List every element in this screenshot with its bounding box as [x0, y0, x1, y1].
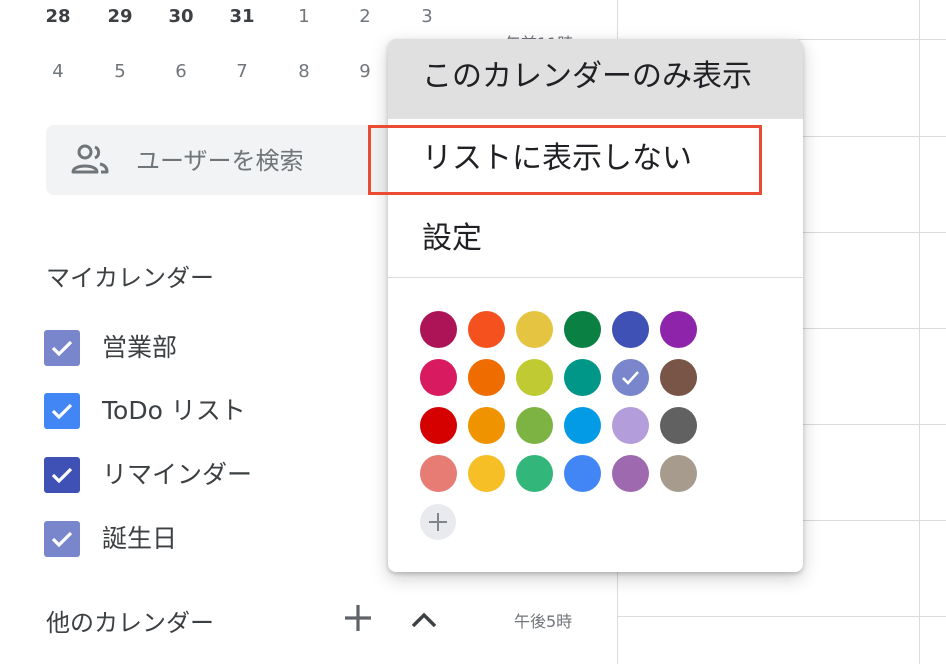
- mini-calendar-day[interactable]: 28: [28, 0, 88, 34]
- menu-item-label: リストに表示しない: [422, 141, 692, 176]
- menu-item-display-only[interactable]: このカレンダーのみ表示: [388, 39, 803, 119]
- mini-calendar-day[interactable]: 7: [212, 55, 272, 89]
- color-swatch[interactable]: [516, 311, 553, 348]
- calendar-checkbox[interactable]: [44, 330, 80, 366]
- mini-calendar-day[interactable]: 1: [274, 0, 334, 34]
- calendar-item-label: 誕生日: [102, 524, 178, 553]
- mini-calendar-day[interactable]: 30: [151, 0, 211, 34]
- calendar-item-birthdays[interactable]: 誕生日: [44, 518, 364, 558]
- mini-calendar-week-1: 28 29 30 31 1 2 3: [28, 0, 458, 34]
- menu-item-label: このカレンダーのみ表示: [422, 59, 752, 94]
- mini-calendar-day[interactable]: 8: [274, 55, 334, 89]
- chevron-up-icon: [411, 612, 437, 628]
- color-swatch[interactable]: [420, 311, 457, 348]
- plus-icon: [345, 605, 371, 631]
- menu-divider: [388, 277, 803, 278]
- color-swatch[interactable]: [468, 359, 505, 396]
- menu-item-label: 設定: [422, 221, 482, 256]
- mini-calendar-day[interactable]: 3: [397, 0, 457, 34]
- mini-calendar-day[interactable]: 29: [90, 0, 150, 34]
- color-swatch[interactable]: [420, 455, 457, 492]
- color-swatch[interactable]: [612, 359, 649, 396]
- color-swatch[interactable]: [564, 359, 601, 396]
- color-swatch[interactable]: [564, 455, 601, 492]
- menu-item-hide-from-list[interactable]: リストに表示しない: [388, 119, 803, 199]
- mini-calendar-day[interactable]: 31: [212, 0, 272, 34]
- mini-calendar-day[interactable]: 4: [28, 55, 88, 89]
- mini-calendar-day[interactable]: 5: [90, 55, 150, 89]
- mini-calendar-day[interactable]: 6: [151, 55, 211, 89]
- my-calendars-title[interactable]: マイカレンダー: [46, 258, 214, 293]
- add-custom-color-button[interactable]: [420, 504, 456, 540]
- add-other-calendar-button[interactable]: [340, 600, 376, 636]
- color-swatch[interactable]: [468, 311, 505, 348]
- mini-calendar-day[interactable]: 2: [335, 0, 395, 34]
- color-swatch[interactable]: [660, 359, 697, 396]
- search-people-input[interactable]: ユーザーを検索: [46, 125, 406, 195]
- mini-calendar-day[interactable]: 9: [335, 55, 395, 89]
- color-swatch[interactable]: [516, 455, 553, 492]
- calendar-item-sales[interactable]: 営業部: [44, 327, 364, 367]
- calendar-item-reminders[interactable]: リマインダー: [44, 454, 364, 494]
- other-calendars-title[interactable]: 他のカレンダー: [46, 603, 214, 638]
- color-swatch[interactable]: [516, 359, 553, 396]
- color-swatch[interactable]: [612, 455, 649, 492]
- color-swatch[interactable]: [516, 407, 553, 444]
- calendar-options-menu: このカレンダーのみ表示 リストに表示しない 設定: [388, 39, 803, 572]
- color-swatch[interactable]: [660, 455, 697, 492]
- color-swatch[interactable]: [660, 407, 697, 444]
- calendar-app: 午前11時 午後5時 28 29 30 31 1 2 3 4 5 6 7 8 9…: [0, 0, 946, 664]
- calendar-checkbox[interactable]: [44, 457, 80, 493]
- calendar-item-label: ToDo リスト: [102, 396, 246, 425]
- collapse-other-calendars-button[interactable]: [408, 604, 440, 636]
- calendar-item-label: リマインダー: [102, 460, 253, 489]
- color-swatch[interactable]: [468, 407, 505, 444]
- grid-line: [919, 0, 920, 664]
- menu-item-settings[interactable]: 設定: [388, 199, 803, 279]
- grid-line: [617, 616, 946, 617]
- calendar-checkbox[interactable]: [44, 521, 80, 557]
- color-swatch[interactable]: [420, 407, 457, 444]
- search-placeholder: ユーザーを検索: [136, 147, 304, 175]
- color-swatch[interactable]: [612, 407, 649, 444]
- color-swatch[interactable]: [612, 311, 649, 348]
- calendar-item-label: 営業部: [102, 333, 178, 362]
- color-swatch[interactable]: [564, 311, 601, 348]
- color-swatch[interactable]: [660, 311, 697, 348]
- plus-icon: [429, 513, 447, 531]
- time-label-bottom: 午後5時: [514, 612, 573, 631]
- color-swatch[interactable]: [420, 359, 457, 396]
- color-swatch[interactable]: [564, 407, 601, 444]
- calendar-item-todo[interactable]: ToDo リスト: [44, 390, 364, 430]
- checkmark-icon: [622, 371, 639, 385]
- color-swatch[interactable]: [468, 455, 505, 492]
- calendar-checkbox[interactable]: [44, 393, 80, 429]
- people-icon: [70, 143, 110, 177]
